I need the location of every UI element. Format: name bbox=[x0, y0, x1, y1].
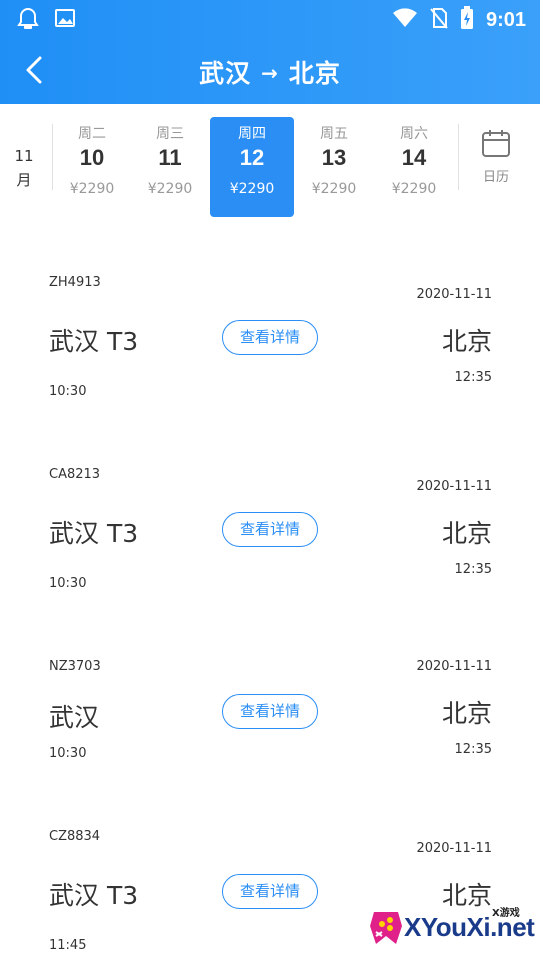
flight-number: CZ8834 bbox=[49, 829, 101, 844]
flight-card[interactable]: NZ3703 2020-11-11 武汉 查看详情 北京 12:35 10:30 bbox=[0, 654, 540, 834]
calendar-icon bbox=[481, 130, 511, 162]
route-from: 武汉 bbox=[199, 59, 252, 88]
calendar-button[interactable]: 日历 bbox=[466, 128, 526, 192]
view-details-button[interactable]: 查看详情 bbox=[222, 694, 318, 729]
day-weekday: 周二 bbox=[78, 126, 106, 142]
arrival-city: 北京 bbox=[441, 327, 492, 356]
calendar-label: 日历 bbox=[482, 170, 509, 185]
view-details-button[interactable]: 查看详情 bbox=[222, 320, 318, 355]
flight-card[interactable]: CA8213 2020-11-11 武汉 T3 查看详情 北京 12:35 10… bbox=[0, 462, 540, 642]
day-weekday: 周三 bbox=[156, 126, 184, 142]
notification-app-icon bbox=[16, 7, 40, 35]
day-tab-14[interactable]: 周六 14 ¥2290 bbox=[372, 117, 456, 217]
flight-date: 2020-11-11 bbox=[416, 479, 492, 494]
nav-bar: 武汉 → 北京 bbox=[0, 38, 540, 104]
flight-number: ZH4913 bbox=[49, 275, 101, 290]
departure-time: 10:30 bbox=[49, 576, 87, 591]
day-number: 10 bbox=[79, 145, 105, 170]
day-price: ¥2290 bbox=[391, 181, 437, 197]
view-details-button[interactable]: 查看详情 bbox=[222, 512, 318, 547]
route-to: 北京 bbox=[288, 59, 341, 88]
departure-city: 武汉 T3 bbox=[49, 327, 139, 356]
day-price: ¥2290 bbox=[311, 181, 357, 197]
day-price: ¥2290 bbox=[229, 181, 275, 197]
departure-city: 武汉 bbox=[49, 703, 100, 732]
app-header: 9:01 武汉 → 北京 bbox=[0, 0, 540, 104]
day-number: 14 bbox=[401, 145, 427, 170]
month-label: 11月 bbox=[14, 147, 34, 189]
day-tab-11[interactable]: 周三 11 ¥2290 bbox=[128, 117, 212, 217]
image-icon bbox=[54, 7, 76, 35]
wifi-icon bbox=[392, 8, 418, 32]
view-details-button[interactable]: 查看详情 bbox=[222, 874, 318, 909]
route-title: 武汉 → 北京 bbox=[0, 54, 540, 90]
battery-charging-icon bbox=[460, 6, 474, 34]
flight-date: 2020-11-11 bbox=[416, 287, 492, 302]
day-price: ¥2290 bbox=[147, 181, 193, 197]
day-weekday: 周五 bbox=[320, 126, 348, 142]
arrival-time: 12:35 bbox=[454, 370, 492, 385]
departure-city: 武汉 T3 bbox=[49, 519, 139, 548]
day-price: ¥2290 bbox=[69, 181, 115, 197]
date-strip: 11月 周二 10 ¥2290 周三 11 ¥2290 周四 12 ¥2290 … bbox=[0, 104, 540, 228]
flight-number: CA8213 bbox=[49, 467, 101, 482]
day-number: 13 bbox=[321, 145, 347, 170]
day-tab-13[interactable]: 周五 13 ¥2290 bbox=[292, 117, 376, 217]
day-tab-10[interactable]: 周二 10 ¥2290 bbox=[50, 117, 134, 217]
flight-number: NZ3703 bbox=[49, 659, 101, 674]
watermark-text: XYouXi.net bbox=[404, 912, 535, 942]
watermark: X游戏 XYouXi.net bbox=[368, 898, 540, 960]
departure-time: 10:30 bbox=[49, 384, 87, 399]
status-time: 9:01 bbox=[485, 8, 526, 31]
arrival-time: 12:35 bbox=[454, 742, 492, 757]
arrival-time: 12:35 bbox=[454, 562, 492, 577]
day-tab-12-selected[interactable]: 周四 12 ¥2290 bbox=[210, 117, 294, 217]
departure-city: 武汉 T3 bbox=[49, 881, 139, 910]
flight-card[interactable]: ZH4913 2020-11-11 武汉 T3 查看详情 北京 12:35 10… bbox=[0, 270, 540, 450]
departure-time: 11:45 bbox=[49, 938, 87, 953]
day-number: 12 bbox=[239, 145, 265, 170]
route-arrow: → bbox=[261, 61, 279, 85]
day-number: 11 bbox=[158, 145, 182, 170]
flight-date: 2020-11-11 bbox=[416, 659, 492, 674]
day-weekday: 周六 bbox=[400, 126, 428, 142]
day-weekday: 周四 bbox=[238, 126, 266, 142]
flight-date: 2020-11-11 bbox=[416, 841, 492, 856]
departure-time: 10:30 bbox=[49, 746, 87, 761]
no-sim-icon bbox=[430, 7, 448, 33]
arrival-city: 北京 bbox=[441, 519, 492, 548]
gamepad-logo-icon bbox=[368, 906, 404, 948]
status-bar: 9:01 bbox=[0, 0, 540, 38]
arrival-city: 北京 bbox=[441, 699, 492, 728]
divider bbox=[458, 124, 459, 190]
